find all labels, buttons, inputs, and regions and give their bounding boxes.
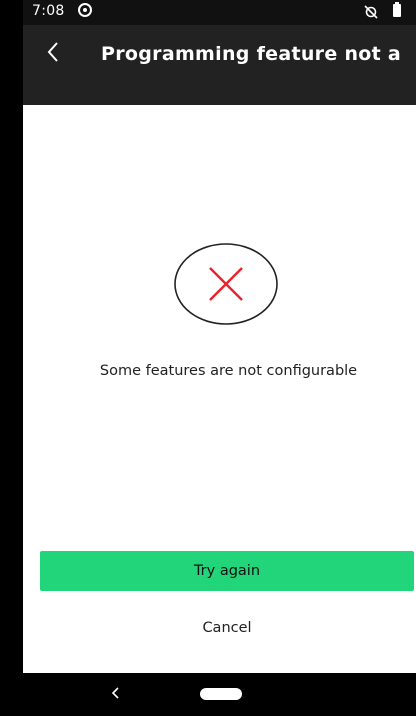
error-x-icon — [173, 242, 279, 326]
nav-home-pill[interactable] — [200, 688, 242, 700]
nav-back-icon[interactable] — [109, 683, 123, 703]
back-chevron-icon — [47, 42, 58, 62]
status-bar: 7:08 — [23, 0, 416, 25]
phone-screen: 7:08 Programming feature not a... Some f… — [23, 0, 416, 716]
alarm-off-icon — [364, 4, 378, 19]
battery-icon — [393, 2, 401, 17]
cancel-button[interactable]: Cancel — [40, 614, 414, 642]
try-again-button[interactable]: Try again — [40, 551, 414, 591]
error-message: Some features are not configurable — [99, 363, 358, 379]
sync-icon — [78, 3, 92, 17]
status-time: 7:08 — [32, 3, 65, 19]
system-nav-bar — [23, 673, 416, 716]
device-bezel — [0, 0, 23, 716]
back-button[interactable] — [39, 37, 69, 67]
page-title: Programming feature not a... — [101, 43, 401, 65]
app-bar: Programming feature not a... — [23, 25, 416, 105]
